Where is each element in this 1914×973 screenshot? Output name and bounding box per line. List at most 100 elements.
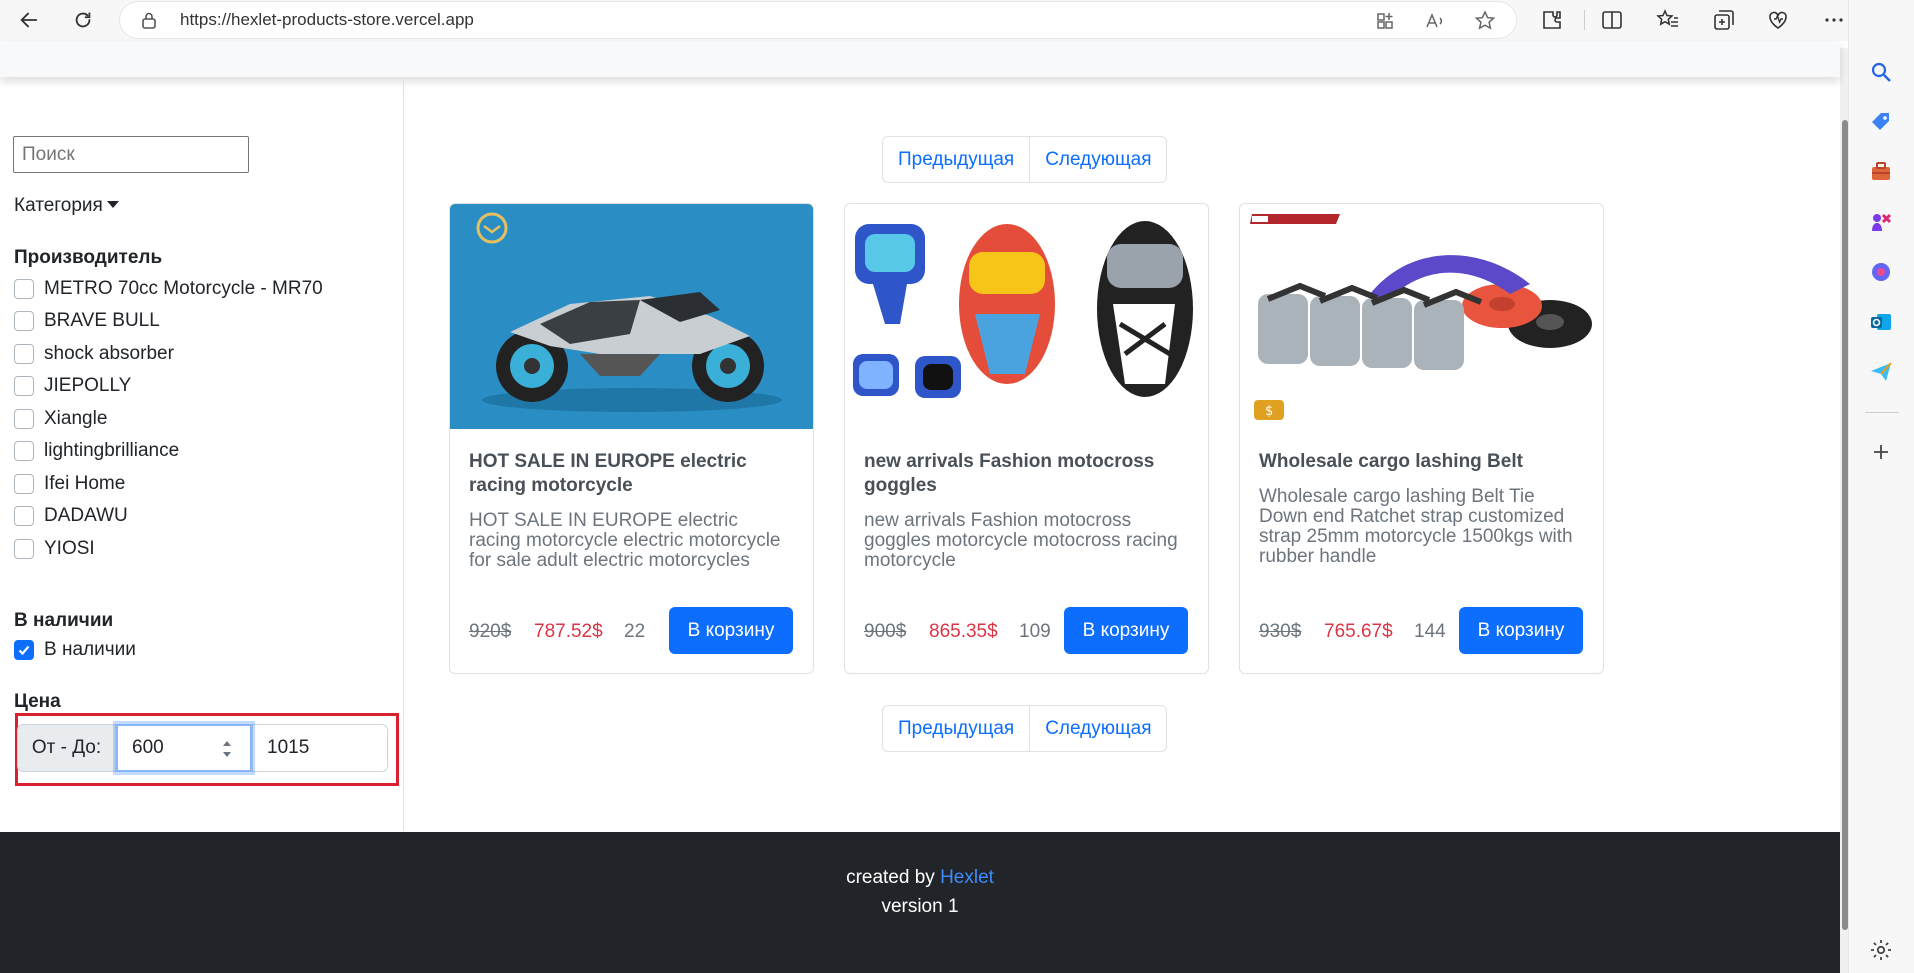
refresh-button[interactable] <box>66 4 100 36</box>
shopping-tag-icon[interactable] <box>1869 110 1893 134</box>
read-aloud-icon[interactable] <box>1424 10 1446 32</box>
add-to-cart-button[interactable]: В корзину <box>1459 607 1583 654</box>
product-image-goggles[interactable] <box>845 204 1208 429</box>
checkbox-checked[interactable] <box>14 640 34 660</box>
stock-count: 22 <box>624 621 646 642</box>
scrollbar-thumb[interactable] <box>1842 120 1848 930</box>
stock-count: 144 <box>1414 621 1446 642</box>
prev-page-button[interactable]: Предыдущая <box>883 706 1029 751</box>
manufacturer-label: METRO 70cc Motorcycle - MR70 <box>44 278 323 299</box>
copilot-icon[interactable] <box>1869 260 1893 284</box>
product-image-lashing-belt[interactable]: $ <box>1240 204 1603 429</box>
checkbox[interactable] <box>14 344 34 364</box>
sidebar-divider <box>1865 412 1899 413</box>
checkbox[interactable] <box>14 279 34 299</box>
search-icon[interactable] <box>1869 60 1893 84</box>
availability-option[interactable]: В наличии <box>14 636 136 664</box>
add-icon[interactable] <box>1869 440 1893 464</box>
manufacturer-option[interactable]: METRO 70cc Motorcycle - MR70 <box>14 275 323 303</box>
old-price: 900$ <box>864 621 907 642</box>
address-bar[interactable]: https://hexlet-products-store.vercel.app <box>120 2 1516 38</box>
category-dropdown-label: Категория <box>14 195 103 216</box>
manufacturer-option[interactable]: JIEPOLLY <box>14 372 131 400</box>
send-icon[interactable] <box>1869 360 1893 384</box>
manufacturer-label: shock absorber <box>44 343 174 364</box>
back-button[interactable] <box>12 4 46 36</box>
manufacturer-option[interactable]: lightingbrilliance <box>14 437 179 465</box>
manufacturer-title: Производитель <box>14 247 163 268</box>
add-to-cart-button[interactable]: В корзину <box>669 607 793 654</box>
pagination-bottom: Предыдущая Следующая <box>882 705 1168 752</box>
games-icon[interactable] <box>1869 210 1893 234</box>
manufacturer-label: Ifei Home <box>44 473 126 494</box>
edge-sidebar <box>1848 0 1914 973</box>
number-spinner-icon[interactable] <box>222 738 232 760</box>
checkbox[interactable] <box>14 539 34 559</box>
app-grid-icon[interactable] <box>1374 10 1396 32</box>
category-dropdown[interactable]: Категория <box>14 195 119 217</box>
product-title: Wholesale cargo lashing Belt <box>1259 451 1523 472</box>
outlook-icon[interactable] <box>1869 310 1893 334</box>
lock-icon <box>142 12 156 29</box>
checkbox[interactable] <box>14 311 34 331</box>
manufacturer-label: JIEPOLLY <box>44 375 132 396</box>
sale-price: 865.35$ <box>929 621 998 642</box>
search-input[interactable] <box>13 136 249 173</box>
stock-count: 109 <box>1019 621 1051 642</box>
site-footer: created by Hexlet version 1 <box>0 832 1840 973</box>
more-options-icon[interactable] <box>1822 8 1846 32</box>
product-title: new arrivals Fashion motocross goggles <box>864 451 1155 496</box>
tools-briefcase-icon[interactable] <box>1869 160 1893 184</box>
product-description: HOT SALE IN EUROPE electric racing motor… <box>469 510 781 571</box>
checkbox[interactable] <box>14 506 34 526</box>
manufacturer-option[interactable]: shock absorber <box>14 340 174 368</box>
product-image-motorcycle[interactable] <box>450 204 813 429</box>
price-from-input[interactable]: 600 <box>116 724 252 772</box>
price-from-value: 600 <box>132 737 164 758</box>
manufacturer-label: DADAWU <box>44 505 128 526</box>
checkbox[interactable] <box>14 474 34 494</box>
sale-price: 787.52$ <box>534 621 603 642</box>
next-page-button[interactable]: Следующая <box>1029 706 1166 751</box>
checkbox[interactable] <box>14 376 34 396</box>
manufacturer-label: Xiangle <box>44 408 108 429</box>
footer-created-by: created by <box>846 867 935 888</box>
toolbar-divider <box>1584 10 1585 30</box>
manufacturer-option[interactable]: Xiangle <box>14 405 107 433</box>
next-page-button[interactable]: Следующая <box>1029 137 1166 182</box>
product-card: $ Wholesale cargo lashing Belt Wholesale… <box>1239 203 1604 674</box>
manufacturer-option[interactable]: BRAVE BULL <box>14 307 160 335</box>
manufacturer-option[interactable]: DADAWU <box>14 502 128 530</box>
price-to-value: 1015 <box>267 737 310 758</box>
favorites-icon[interactable] <box>1656 8 1680 32</box>
settings-gear-icon[interactable] <box>1869 938 1893 962</box>
extensions-icon[interactable] <box>1540 8 1564 32</box>
checkbox[interactable] <box>14 409 34 429</box>
footer-credit: created by Hexlet <box>0 867 1840 889</box>
url-text[interactable]: https://hexlet-products-store.vercel.app <box>180 10 474 30</box>
product-description: new arrivals Fashion motocross goggles m… <box>864 510 1178 571</box>
back-arrow-icon <box>20 12 38 28</box>
manufacturer-label: BRAVE BULL <box>44 310 160 331</box>
collections-icon[interactable] <box>1712 8 1736 32</box>
caret-down-icon <box>106 201 119 208</box>
availability-title: В наличии <box>14 610 114 631</box>
price-to-input[interactable]: 1015 <box>252 724 388 772</box>
checkmark-icon <box>18 645 30 656</box>
price-range-group: От - До: 600 1015 <box>17 724 388 772</box>
browser-essentials-icon[interactable] <box>1766 8 1790 32</box>
footer-version: version 1 <box>881 896 959 917</box>
product-card: new arrivals Fashion motocross goggles n… <box>844 203 1209 674</box>
checkbox[interactable] <box>14 441 34 461</box>
favorite-star-icon[interactable] <box>1474 10 1496 32</box>
add-to-cart-button[interactable]: В корзину <box>1064 607 1188 654</box>
browser-toolbar: https://hexlet-products-store.vercel.app <box>0 0 1914 41</box>
split-screen-icon[interactable] <box>1600 8 1624 32</box>
hexlet-link[interactable]: Hexlet <box>940 867 994 888</box>
svg-text:$: $ <box>1265 404 1273 419</box>
refresh-icon <box>75 12 91 28</box>
prev-page-button[interactable]: Предыдущая <box>883 137 1029 182</box>
manufacturer-option[interactable]: YIOSI <box>14 535 95 563</box>
price-title: Цена <box>14 691 61 712</box>
manufacturer-option[interactable]: Ifei Home <box>14 470 125 498</box>
